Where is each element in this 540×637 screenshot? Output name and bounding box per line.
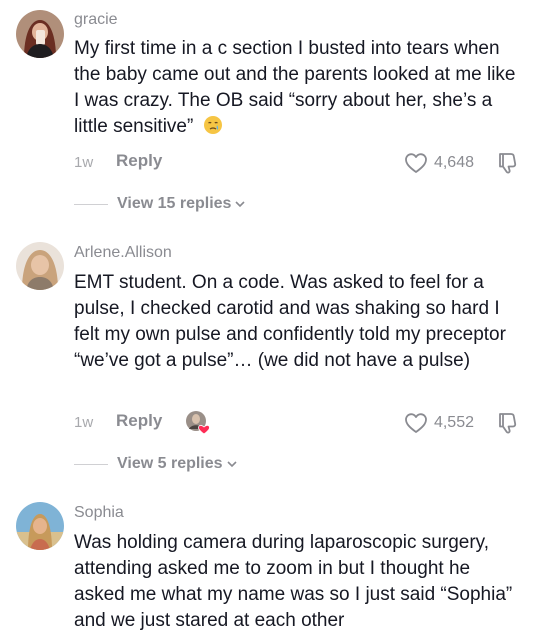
timestamp: 1w xyxy=(74,154,94,171)
user-photo-icon xyxy=(16,242,64,290)
comment-text: My first time in a c section I busted in… xyxy=(74,36,526,140)
comment-body: Was holding camera during laparoscopic s… xyxy=(74,532,513,631)
view-replies-label: View 5 replies xyxy=(117,455,223,472)
heart-icon xyxy=(405,413,427,433)
username[interactable]: gracie xyxy=(74,11,118,29)
chevron-down-icon xyxy=(226,461,237,468)
user-photo-icon xyxy=(16,10,64,58)
avatar[interactable] xyxy=(16,10,64,58)
dislike-icon[interactable] xyxy=(496,411,520,435)
view-replies-button[interactable]: View 5 replies xyxy=(74,453,238,475)
comment-actions: 1w Reply 4,552 xyxy=(74,411,526,435)
reply-button[interactable]: Reply xyxy=(116,411,162,431)
chevron-down-icon xyxy=(235,201,246,208)
comment-text: Was holding camera during laparoscopic s… xyxy=(74,530,526,634)
like-button[interactable]: 4,648 xyxy=(404,151,474,175)
like-button[interactable]: 4,552 xyxy=(404,411,474,435)
comment-body: My first time in a c section I busted in… xyxy=(74,38,516,137)
heart-icon xyxy=(405,153,427,173)
comment-text: EMT student. On a code. Was asked to fee… xyxy=(74,270,526,374)
username[interactable]: Sophia xyxy=(74,504,124,522)
username[interactable]: Arlene.Allison xyxy=(74,244,172,262)
timestamp: 1w xyxy=(74,414,94,431)
comment-body: EMT student. On a code. Was asked to fee… xyxy=(74,272,506,371)
like-count: 4,648 xyxy=(433,154,474,171)
like-count: 4,552 xyxy=(433,414,474,431)
avatar[interactable] xyxy=(16,502,64,550)
divider xyxy=(74,203,108,205)
divider xyxy=(74,463,108,465)
view-replies-label: View 15 replies xyxy=(117,195,232,212)
dislike-icon[interactable] xyxy=(496,151,520,175)
view-replies-button[interactable]: View 15 replies xyxy=(74,193,246,215)
comment-actions: 1w Reply 4,648 xyxy=(74,151,526,175)
crying-face-emoji-icon xyxy=(203,116,222,134)
creator-liked-avatar-icon xyxy=(186,411,210,435)
user-photo-icon xyxy=(16,502,64,550)
avatar[interactable] xyxy=(16,242,64,290)
reply-button[interactable]: Reply xyxy=(116,151,162,171)
